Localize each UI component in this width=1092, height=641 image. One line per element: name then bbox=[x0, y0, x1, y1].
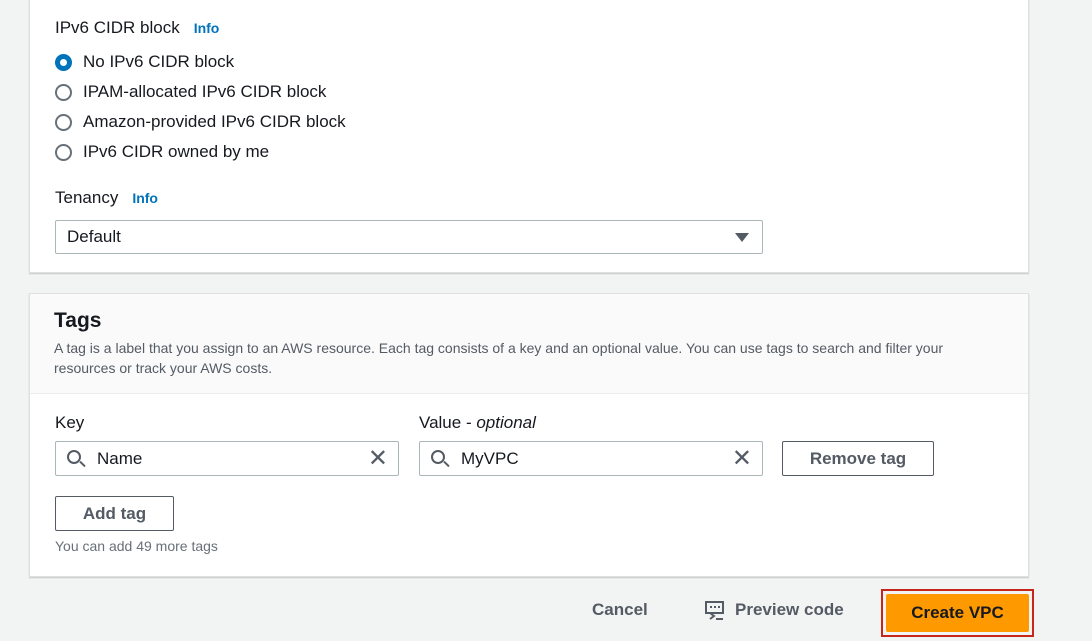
radio-label: Amazon-provided IPv6 CIDR block bbox=[83, 112, 346, 131]
tag-value-input[interactable]: MyVPC ✕ bbox=[419, 441, 763, 476]
create-vpc-highlight: Create VPC bbox=[881, 589, 1034, 637]
search-icon bbox=[431, 450, 445, 464]
ipv6-label: IPv6 CIDR block Info bbox=[55, 18, 219, 38]
tags-panel: Tags A tag is a label that you assign to… bbox=[29, 293, 1029, 577]
tenancy-label-text: Tenancy bbox=[55, 188, 119, 207]
radio-owned[interactable]: IPv6 CIDR owned by me bbox=[55, 142, 269, 162]
radio-label: IPv6 CIDR owned by me bbox=[83, 142, 270, 161]
tenancy-label: Tenancy Info bbox=[55, 188, 158, 208]
tenancy-select[interactable]: Default bbox=[55, 220, 763, 254]
radio-icon[interactable] bbox=[55, 143, 72, 161]
caret-down-icon bbox=[735, 233, 749, 242]
tenancy-info-link[interactable]: Info bbox=[132, 190, 158, 206]
radio-label: No IPv6 CIDR block bbox=[83, 52, 235, 71]
code-preview-icon bbox=[705, 601, 724, 620]
key-label: Key bbox=[55, 413, 85, 432]
tag-value-value: MyVPC bbox=[461, 449, 519, 468]
tags-header: Tags A tag is a label that you assign to… bbox=[30, 294, 1028, 394]
ipv6-label-text: IPv6 CIDR block bbox=[55, 18, 180, 37]
tags-title: Tags bbox=[54, 309, 102, 332]
create-vpc-button[interactable]: Create VPC bbox=[886, 594, 1029, 632]
add-tag-button[interactable]: Add tag bbox=[55, 496, 174, 531]
tag-key-input[interactable]: Name ✕ bbox=[55, 441, 399, 476]
tags-remaining-hint: You can add 49 more tags bbox=[55, 538, 218, 554]
radio-ipam[interactable]: IPAM-allocated IPv6 CIDR block bbox=[55, 82, 326, 102]
ipv6-info-link[interactable]: Info bbox=[194, 20, 220, 36]
preview-code-button[interactable]: Preview code bbox=[705, 600, 844, 620]
vpc-settings-panel: IPv6 CIDR block Info No IPv6 CIDR block I… bbox=[29, 0, 1029, 273]
clear-icon[interactable]: ✕ bbox=[368, 444, 388, 473]
optional-text: optional bbox=[476, 413, 536, 432]
radio-selected-icon[interactable] bbox=[55, 53, 72, 71]
search-icon bbox=[67, 450, 81, 464]
tags-description: A tag is a label that you assign to an A… bbox=[54, 340, 944, 376]
clear-icon[interactable]: ✕ bbox=[732, 444, 752, 473]
radio-icon[interactable] bbox=[55, 113, 72, 131]
radio-no-ipv6[interactable]: No IPv6 CIDR block bbox=[55, 52, 234, 72]
radio-icon[interactable] bbox=[55, 83, 72, 101]
remove-tag-button[interactable]: Remove tag bbox=[782, 441, 934, 476]
preview-code-label: Preview code bbox=[735, 600, 844, 619]
radio-label: IPAM-allocated IPv6 CIDR block bbox=[83, 82, 327, 101]
value-label-text: Value - bbox=[419, 413, 477, 432]
tenancy-value: Default bbox=[67, 227, 121, 246]
value-label: Value - optional bbox=[419, 413, 536, 433]
radio-amazon[interactable]: Amazon-provided IPv6 CIDR block bbox=[55, 112, 346, 132]
cancel-button[interactable]: Cancel bbox=[592, 600, 648, 620]
tag-key-value: Name bbox=[97, 449, 143, 468]
